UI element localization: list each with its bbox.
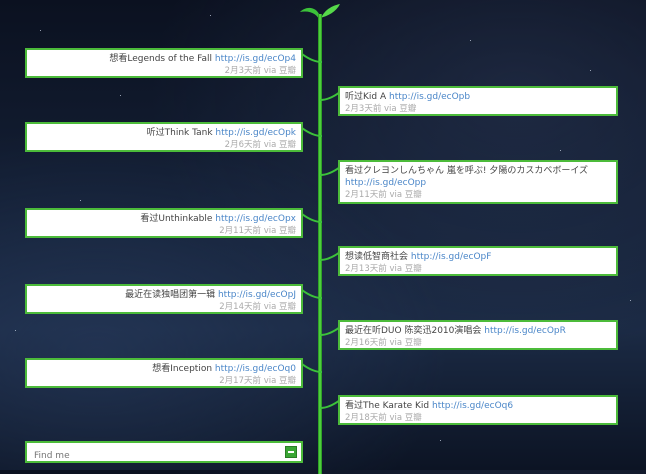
card-via: via 豆瓣 xyxy=(263,376,296,386)
branch-right xyxy=(320,399,340,409)
timeline-card: 听过Kid A http://is.gd/ecOpb 2月3天前 via 豆瓣 xyxy=(338,86,618,116)
branch-right xyxy=(320,251,340,261)
card-text: 听过Think Tank xyxy=(146,128,213,138)
card-time: 2月3天前 xyxy=(224,66,261,76)
card-link[interactable]: http://is.gd/ecOpk xyxy=(215,128,296,138)
star xyxy=(440,440,441,441)
branch-left xyxy=(302,363,322,373)
card-time: 2月14天前 xyxy=(219,302,261,312)
branch-right xyxy=(320,91,340,101)
card-via: via 豆瓣 xyxy=(384,104,417,114)
card-via: via 豆瓣 xyxy=(263,140,296,150)
timeline-card: 看过Unthinkable http://is.gd/ecOpx 2月11天前 … xyxy=(25,208,303,238)
timeline-card: 看过The Karate Kid http://is.gd/ecOq6 2月18… xyxy=(338,395,618,425)
star xyxy=(210,15,211,16)
card-link[interactable]: http://is.gd/ecOpp xyxy=(345,178,426,188)
search-go-icon[interactable] xyxy=(285,446,297,458)
branch-right xyxy=(320,326,340,336)
card-via: via 豆瓣 xyxy=(389,264,422,274)
star xyxy=(590,70,591,71)
card-via: via 豆瓣 xyxy=(389,338,422,348)
card-link[interactable]: http://is.gd/ecOpJ xyxy=(218,290,296,300)
card-time: 2月13天前 xyxy=(345,264,387,274)
star xyxy=(560,150,561,151)
find-box xyxy=(25,441,303,465)
branch-left xyxy=(302,213,322,223)
timeline-card: 听过Think Tank http://is.gd/ecOpk 2月6天前 vi… xyxy=(25,122,303,152)
timeline-card: 看过クレヨンしんちゃん 嵐を呼ぶ! 夕陽のカスカベボーイズ http://is.g… xyxy=(338,160,618,204)
timeline-card: 最近在听DUO 陈奕迅2010演唱会 http://is.gd/ecOpR 2月… xyxy=(338,320,618,350)
timeline-card: 想读低智商社会 http://is.gd/ecOpF 2月13天前 via 豆瓣 xyxy=(338,246,618,276)
card-time: 2月6天前 xyxy=(224,140,261,150)
timeline-card: 想看Legends of the Fall http://is.gd/ecOp4… xyxy=(25,48,303,78)
card-text: 想读低智商社会 xyxy=(345,252,409,262)
timeline-card: 最近在读独唱团第一辑 http://is.gd/ecOpJ 2月14天前 via… xyxy=(25,284,303,314)
card-link[interactable]: http://is.gd/ecOpR xyxy=(484,326,566,336)
timeline-card: 想看Inception http://is.gd/ecOq0 2月17天前 vi… xyxy=(25,358,303,388)
card-text: 听过Kid A xyxy=(345,92,387,102)
card-via: via 豆瓣 xyxy=(263,66,296,76)
card-time: 2月3天前 xyxy=(345,104,382,114)
card-via: via 豆瓣 xyxy=(389,190,422,200)
card-link[interactable]: http://is.gd/ecOpx xyxy=(215,214,296,224)
card-text: 想看Legends of the Fall xyxy=(109,54,213,64)
star xyxy=(630,300,631,301)
card-text: 看过Unthinkable xyxy=(140,214,213,224)
card-via: via 豆瓣 xyxy=(263,226,296,236)
branch-left xyxy=(302,289,322,299)
card-time: 2月16天前 xyxy=(345,338,387,348)
card-link[interactable]: http://is.gd/ecOpF xyxy=(411,252,492,262)
card-text: 想看Inception xyxy=(152,364,213,374)
card-link[interactable]: http://is.gd/ecOpb xyxy=(389,92,470,102)
card-link[interactable]: http://is.gd/ecOq0 xyxy=(215,364,296,374)
branch-left xyxy=(302,127,322,137)
branch-left xyxy=(302,53,322,63)
card-text: 最近在听DUO 陈奕迅2010演唱会 xyxy=(345,326,482,336)
card-link[interactable]: http://is.gd/ecOq6 xyxy=(432,401,513,411)
card-via: via 豆瓣 xyxy=(263,302,296,312)
card-time: 2月17天前 xyxy=(219,376,261,386)
card-text: 最近在读独唱团第一辑 xyxy=(125,290,216,300)
star xyxy=(80,200,81,201)
card-link[interactable]: http://is.gd/ecOp4 xyxy=(215,54,296,64)
card-via: via 豆瓣 xyxy=(389,413,422,423)
card-time: 2月11天前 xyxy=(345,190,387,200)
star xyxy=(15,330,16,331)
card-time: 2月18天前 xyxy=(345,413,387,423)
branch-right xyxy=(320,166,340,176)
card-time: 2月11天前 xyxy=(219,226,261,236)
star xyxy=(120,95,121,96)
card-text: 看过クレヨンしんちゃん 嵐を呼ぶ! 夕陽のカスカベボーイズ xyxy=(345,166,589,176)
card-text: 看过The Karate Kid xyxy=(345,401,430,411)
search-input[interactable] xyxy=(32,447,276,465)
star xyxy=(470,40,471,41)
star xyxy=(40,30,41,31)
